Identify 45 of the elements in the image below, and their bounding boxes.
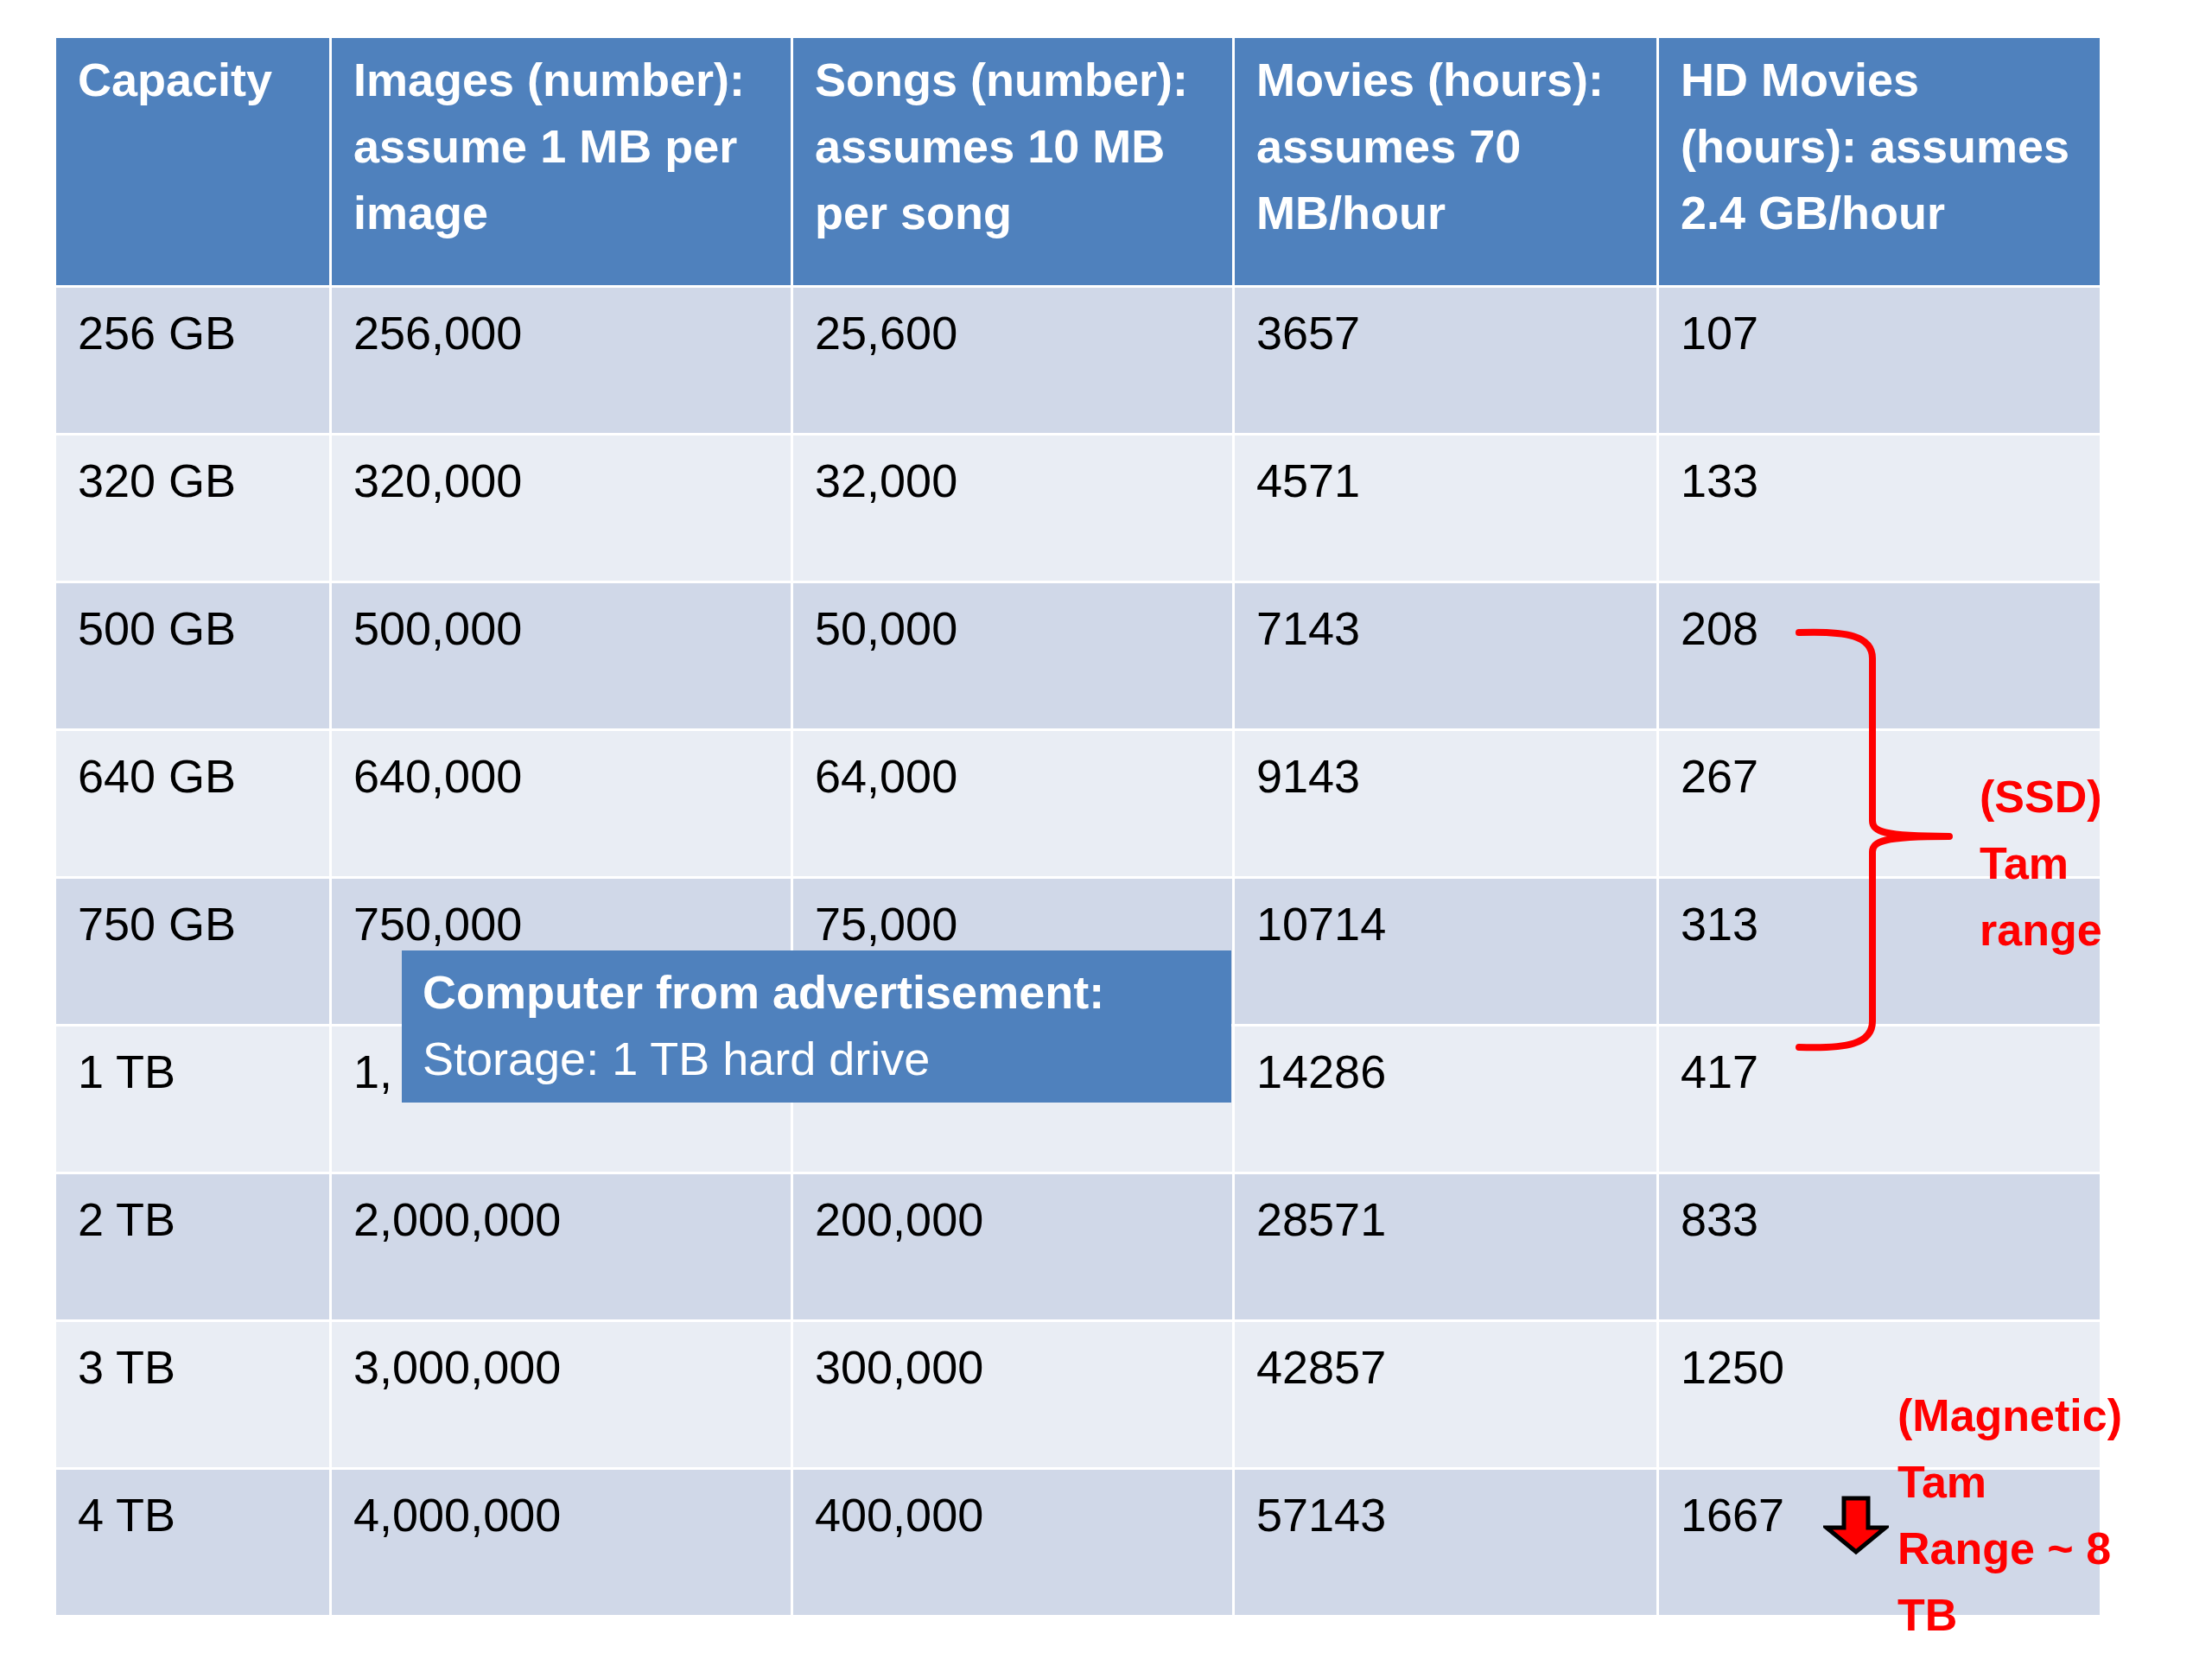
- table-cell: 133: [1659, 435, 2100, 581]
- table-cell: 3657: [1235, 288, 1656, 433]
- table-cell: 200,000: [793, 1174, 1232, 1319]
- table-cell: 25,600: [793, 288, 1232, 433]
- table-cell: 640,000: [332, 731, 791, 876]
- table-cell: 4571: [1235, 435, 1656, 581]
- table-cell: 4,000,000: [332, 1470, 791, 1615]
- table-cell: 2,000,000: [332, 1174, 791, 1319]
- column-header: Songs (number): assumes 10 MB per song: [793, 38, 1232, 285]
- table-cell: 4 TB: [56, 1470, 329, 1615]
- table-cell: 28571: [1235, 1174, 1656, 1319]
- table-cell: 7143: [1235, 583, 1656, 728]
- annotation-text: (SSD) Tam range: [1980, 771, 2103, 957]
- table-cell: 750 GB: [56, 879, 329, 1024]
- table-cell: 208: [1659, 583, 2100, 728]
- table-cell: 3 TB: [56, 1322, 329, 1467]
- table-cell: 2 TB: [56, 1174, 329, 1319]
- table-cell: 400,000: [793, 1470, 1232, 1615]
- table-cell: 417: [1659, 1027, 2100, 1172]
- table-cell: 50,000: [793, 583, 1232, 728]
- table-cell: 10714: [1235, 879, 1656, 1024]
- column-header: Capacity: [56, 38, 329, 285]
- table-cell: 500 GB: [56, 583, 329, 728]
- table-cell: 14286: [1235, 1027, 1656, 1172]
- table-cell: 833: [1659, 1174, 2100, 1319]
- table-cell: 64,000: [793, 731, 1232, 876]
- table-cell: 57143: [1235, 1470, 1656, 1615]
- table-cell: 107: [1659, 288, 2100, 433]
- column-header: HD Movies (hours): assumes 2.4 GB/hour: [1659, 38, 2100, 285]
- column-header: Movies (hours): assumes 70 MB/hour: [1235, 38, 1656, 285]
- column-header: Images (number): assume 1 MB per image: [332, 38, 791, 285]
- table-cell: 9143: [1235, 731, 1656, 876]
- table-cell: 320 GB: [56, 435, 329, 581]
- table-cell: 320,000: [332, 435, 791, 581]
- table-cell: 640 GB: [56, 731, 329, 876]
- table-cell: 42857: [1235, 1322, 1656, 1467]
- table-cell: 256,000: [332, 288, 791, 433]
- table-cell: 3,000,000: [332, 1322, 791, 1467]
- table-cell: 300,000: [793, 1322, 1232, 1467]
- annotation-text: (Magnetic) Tam Range ~ 8 TB: [1897, 1389, 2123, 1642]
- table-cell: 256 GB: [56, 288, 329, 433]
- table-cell: 32,000: [793, 435, 1232, 581]
- down-arrow-icon: [1823, 1495, 1889, 1555]
- table-cell: 500,000: [332, 583, 791, 728]
- table-cell: 1 TB: [56, 1027, 329, 1172]
